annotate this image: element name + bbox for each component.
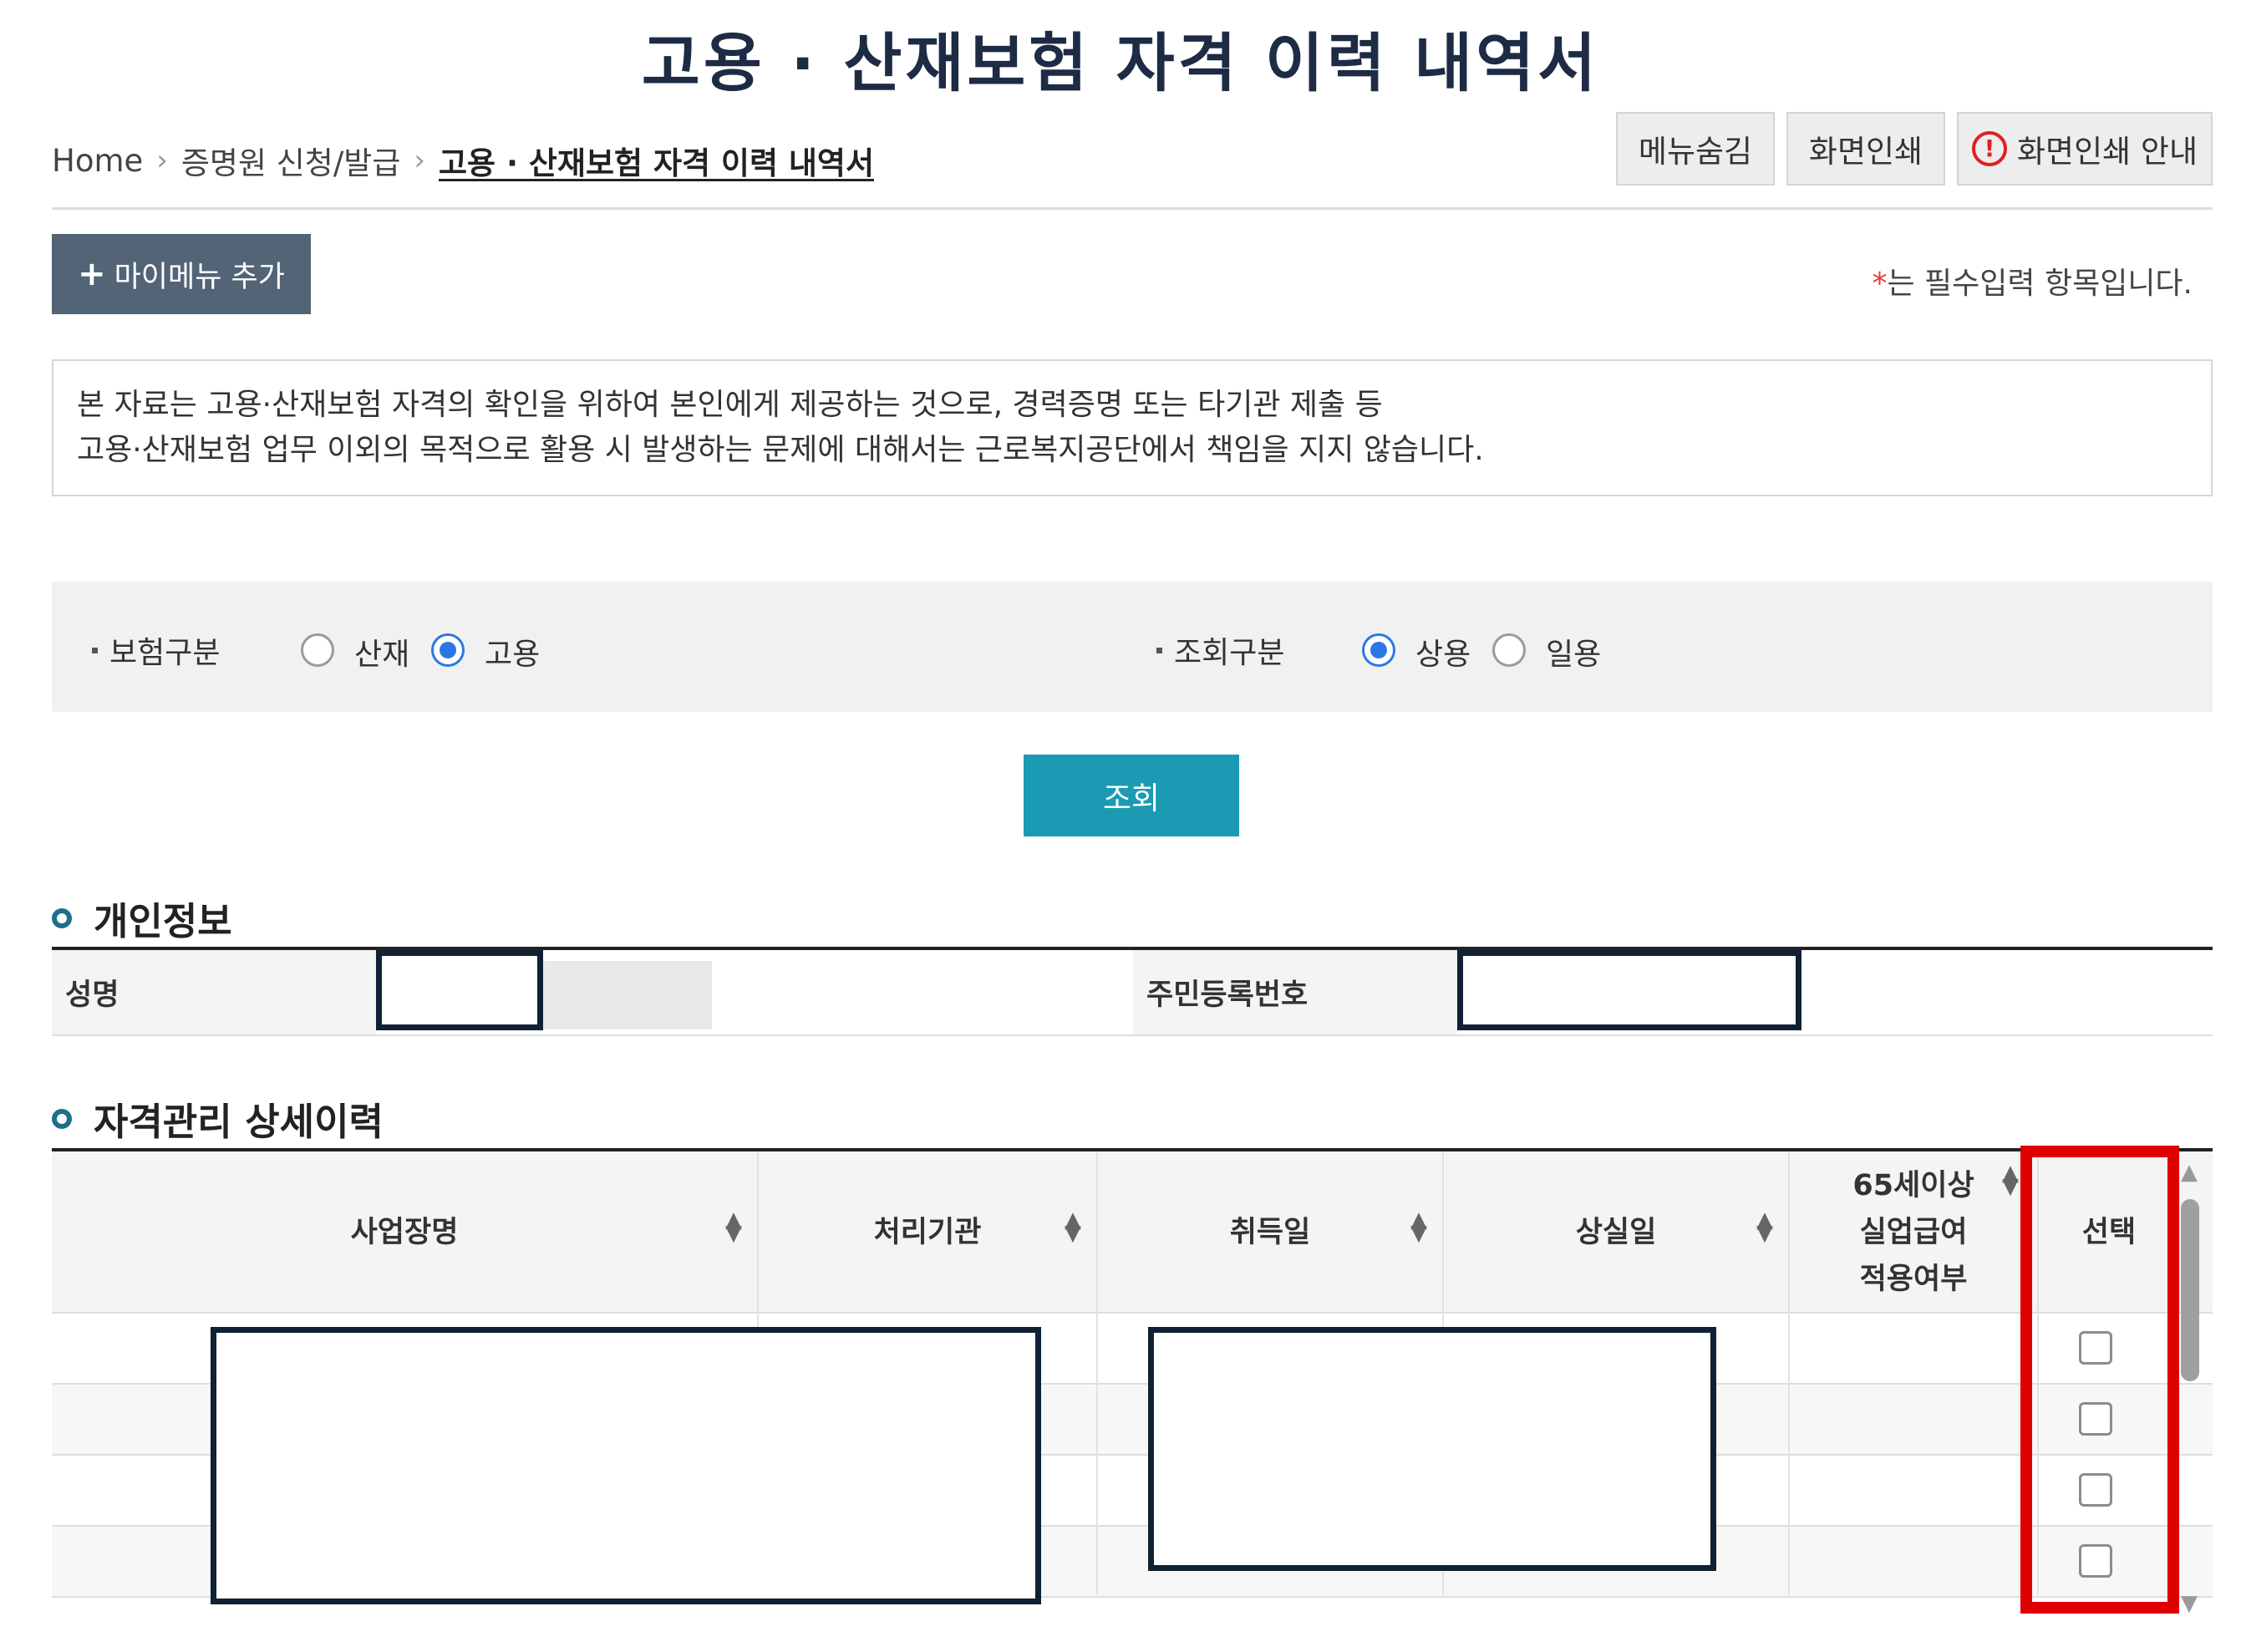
bullet-icon (1156, 647, 1162, 653)
dates-redaction (1148, 1327, 1716, 1571)
print-screen-label: 화면인쇄 (1808, 134, 1923, 170)
radio-sanjae[interactable] (301, 633, 334, 667)
rrn-redaction (1457, 950, 1801, 1030)
radio-sanjae-label[interactable]: 산재 (354, 630, 409, 674)
sort-icon[interactable]: ▲ ▼ (2002, 1162, 2019, 1197)
required-note-text: 는 필수입력 항목입니다. (1887, 267, 2193, 301)
sort-icon[interactable]: ▲ ▼ (1410, 1209, 1427, 1244)
radio-sangyong-label[interactable]: 상용 (1415, 630, 1471, 674)
personal-info-title: 개인정보 (52, 891, 232, 945)
query-type-label: 조회구분 (1156, 628, 1284, 672)
select-column-highlight (2020, 1146, 2179, 1614)
scrollbar-thumb[interactable] (2181, 1199, 2199, 1381)
radio-goyong[interactable] (431, 633, 465, 667)
section-bullet-icon (52, 907, 72, 928)
sort-icon[interactable]: ▲ ▼ (725, 1209, 742, 1244)
notice-line-1: 본 자료는 고용·산재보험 자격의 확인을 위하여 본인에게 제공하는 것으로,… (77, 388, 1383, 422)
breadcrumb-level1[interactable]: 증명원 신청/발급 (181, 138, 401, 183)
plus-icon: + (78, 255, 106, 293)
name-redaction (376, 950, 543, 1030)
col-acquired-date[interactable]: 취득일 (1098, 1151, 1442, 1314)
hide-menu-label: 메뉴숨김 (1638, 134, 1753, 170)
scroll-up-icon[interactable]: ▲ (2177, 1160, 2201, 1185)
required-note: *는 필수입력 항목입니다. (1872, 259, 2193, 302)
col-agency[interactable]: 처리기관 (759, 1151, 1096, 1314)
name-label: 성명 (52, 950, 376, 1034)
notice-box: 본 자료는 고용·산재보험 자격의 확인을 위하여 본인에게 제공하는 것으로,… (52, 359, 2213, 496)
print-screen-button[interactable]: 화면인쇄 (1786, 112, 1945, 186)
print-guide-button[interactable]: ! 화면인쇄 안내 (1957, 112, 2213, 186)
insurance-type-label: 보험구분 (92, 628, 220, 672)
add-mymenu-button[interactable]: + 마이메뉴 추가 (52, 234, 311, 314)
print-guide-label: 화면인쇄 안내 (2016, 134, 2198, 170)
scroll-down-icon[interactable]: ▼ (2177, 1591, 2201, 1616)
sort-icon[interactable]: ▲ ▼ (1756, 1209, 1773, 1244)
rrn-label: 주민등록번호 (1133, 950, 1457, 1034)
sort-icon[interactable]: ▲ ▼ (1065, 1209, 1081, 1244)
radio-sangyong[interactable] (1362, 633, 1395, 667)
radio-goyong-label[interactable]: 고용 (485, 630, 540, 674)
section-bullet-icon (52, 1108, 72, 1129)
notice-line-2: 고용·산재보험 업무 이외의 목적으로 활용 시 발생하는 문제에 대해서는 근… (77, 433, 1484, 467)
workplace-redaction (211, 1327, 1041, 1604)
col-lost-date[interactable]: 상실일 (1444, 1151, 1788, 1314)
breadcrumb: Home › 증명원 신청/발급 › 고용 · 산재보험 자격 이력 내역서 (52, 138, 874, 183)
col-workplace[interactable]: 사업장명 (52, 1151, 757, 1314)
page-title: 고용 · 산재보험 자격 이력 내역서 (641, 26, 1600, 100)
radio-ilyong-label[interactable]: 일용 (1546, 630, 1601, 674)
breadcrumb-current[interactable]: 고용 · 산재보험 자격 이력 내역서 (439, 138, 874, 183)
header-divider (52, 207, 2213, 210)
add-mymenu-label: 마이메뉴 추가 (114, 260, 285, 294)
personal-info-bottom-line (52, 1034, 2213, 1036)
radio-ilyong[interactable] (1492, 633, 1526, 667)
bullet-icon (92, 647, 98, 653)
chevron-right-icon: › (414, 144, 425, 177)
col-over65-unemployment[interactable]: 65세이상 실업급여 적용여부 (1790, 1151, 2037, 1314)
chevron-right-icon: › (156, 144, 168, 177)
breadcrumb-home[interactable]: Home (52, 143, 143, 179)
name-suffix-field (543, 961, 712, 1029)
hide-menu-button[interactable]: 메뉴숨김 (1616, 112, 1775, 186)
search-button[interactable]: 조회 (1024, 755, 1239, 836)
history-title: 자격관리 상세이력 (52, 1091, 384, 1146)
alert-circle-icon: ! (1971, 131, 2007, 166)
required-star: * (1872, 267, 1888, 301)
